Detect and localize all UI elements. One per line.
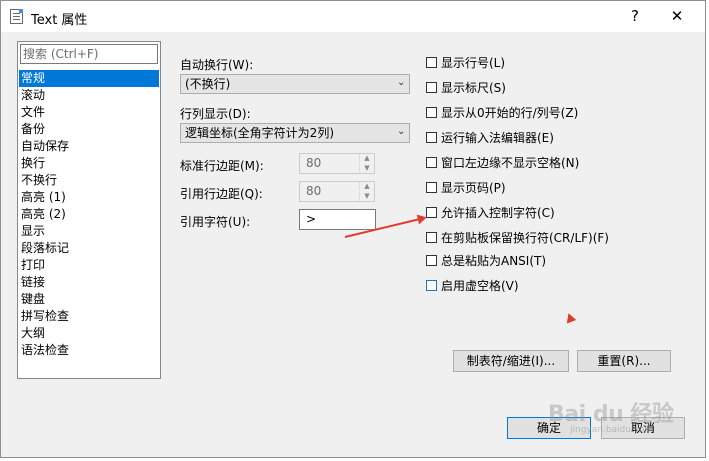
category-item-outline[interactable]: 大纲 bbox=[19, 325, 159, 342]
help-button[interactable]: ? bbox=[623, 6, 647, 26]
watermark-logo: Bai du 经验 bbox=[548, 402, 674, 427]
category-item-print[interactable]: 打印 bbox=[19, 257, 159, 274]
category-item-grammar[interactable]: 语法检查 bbox=[19, 342, 159, 359]
category-item-backup[interactable]: 备份 bbox=[19, 121, 159, 138]
quote-char-input[interactable]: > bbox=[299, 209, 376, 230]
reset-button[interactable]: 重置(R)... bbox=[577, 350, 671, 372]
quote-margin-spinner[interactable]: 80 ▲ ▼ bbox=[299, 181, 375, 202]
category-item-keyboard[interactable]: 键盘 bbox=[19, 291, 159, 308]
column-display-select[interactable]: 逻辑坐标(全角字符计为2列) ⌄ bbox=[180, 123, 410, 143]
category-item-highlight-2[interactable]: 高亮 (2) bbox=[19, 206, 159, 223]
category-item-file[interactable]: 文件 bbox=[19, 104, 159, 121]
quote-char-label: 引用字符(U): bbox=[180, 215, 251, 229]
category-item-general[interactable]: 常规 bbox=[19, 70, 159, 87]
checkbox[interactable] bbox=[426, 157, 437, 168]
chevron-down-icon: ⌄ bbox=[397, 77, 406, 88]
checkbox[interactable] bbox=[426, 280, 437, 291]
quote-margin-value: 80 bbox=[306, 184, 322, 198]
quote-margin-label: 引用行边距(Q): bbox=[180, 187, 263, 201]
checkbox[interactable] bbox=[426, 207, 437, 218]
column-display-label: 行列显示(D): bbox=[180, 107, 251, 121]
spin-up-icon[interactable]: ▲ bbox=[359, 182, 374, 191]
category-item-display[interactable]: 显示 bbox=[19, 223, 159, 240]
chevron-down-icon: ⌄ bbox=[397, 126, 406, 137]
checkbox[interactable] bbox=[426, 57, 437, 68]
category-item-paragraph-marks[interactable]: 段落标记 bbox=[19, 240, 159, 257]
checkbox[interactable] bbox=[426, 82, 437, 93]
category-item-nowrap[interactable]: 不换行 bbox=[19, 172, 159, 189]
category-item-spellcheck[interactable]: 拼写检查 bbox=[19, 308, 159, 325]
spin-up-icon[interactable]: ▲ bbox=[359, 154, 374, 163]
std-margin-spinner[interactable]: 80 ▲ ▼ bbox=[299, 153, 375, 174]
category-item-autosave[interactable]: 自动保存 bbox=[19, 138, 159, 155]
window-title: Text 属性 bbox=[31, 13, 88, 28]
std-margin-value: 80 bbox=[306, 156, 322, 170]
tabs-indent-button[interactable]: 制表符/缩进(I)... bbox=[453, 350, 569, 372]
spin-down-icon[interactable]: ▼ bbox=[359, 192, 374, 201]
wrap-select-value: (不换行) bbox=[185, 77, 231, 91]
category-search-input[interactable]: 搜索 (Ctrl+F) bbox=[20, 44, 158, 64]
checkbox[interactable] bbox=[426, 132, 437, 143]
category-item-highlight-1[interactable]: 高亮 (1) bbox=[19, 189, 159, 206]
properties-dialog: Text 属性 ? ✕ 搜索 (Ctrl+F) 常规 滚动 文件 备份 自动保存… bbox=[0, 0, 706, 458]
checkbox[interactable] bbox=[426, 232, 437, 243]
checkbox[interactable] bbox=[426, 255, 437, 266]
close-button[interactable]: ✕ bbox=[665, 6, 689, 26]
category-item-wrap[interactable]: 换行 bbox=[19, 155, 159, 172]
category-item-scroll[interactable]: 滚动 bbox=[19, 87, 159, 104]
spin-down-icon[interactable]: ▼ bbox=[359, 164, 374, 173]
std-margin-label: 标准行边距(M): bbox=[180, 159, 264, 173]
checkbox[interactable] bbox=[426, 107, 437, 118]
watermark-url: jingyan.baidu.com bbox=[570, 425, 654, 435]
column-display-value: 逻辑坐标(全角字符计为2列) bbox=[185, 126, 334, 140]
category-list: 常规 滚动 文件 备份 自动保存 换行 不换行 高亮 (1) 高亮 (2) 显示… bbox=[19, 70, 159, 359]
title-bar: Text 属性 ? ✕ bbox=[1, 1, 705, 32]
category-panel: 搜索 (Ctrl+F) 常规 滚动 文件 备份 自动保存 换行 不换行 高亮 (… bbox=[17, 41, 161, 379]
document-icon bbox=[10, 9, 23, 24]
wrap-label: 自动换行(W): bbox=[180, 58, 254, 72]
category-item-links[interactable]: 链接 bbox=[19, 274, 159, 291]
wrap-select[interactable]: (不换行) ⌄ bbox=[180, 74, 410, 94]
checkbox[interactable] bbox=[426, 182, 437, 193]
